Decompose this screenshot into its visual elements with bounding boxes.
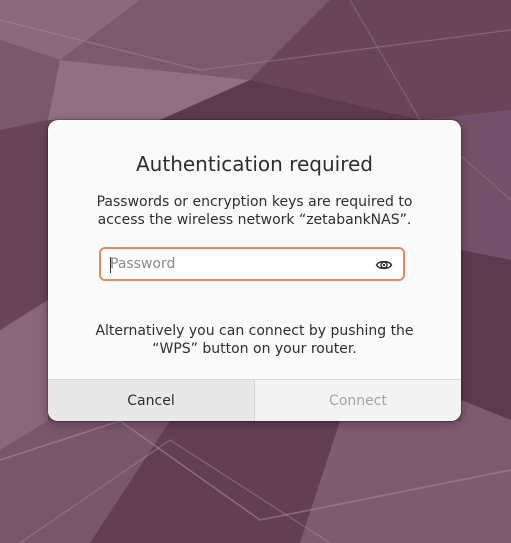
message-line-1: Passwords or encryption keys are require… [96,194,413,210]
wps-line-2: “WPS” button on your router. [152,341,357,357]
password-input[interactable] [110,251,370,277]
dialog-message: Passwords or encryption keys are require… [68,193,441,229]
dialog-title: Authentication required [136,152,373,176]
desktop: Authentication required Passwords or enc… [0,0,511,543]
text-caret [110,257,111,273]
eye-icon[interactable] [375,257,393,273]
auth-dialog: Authentication required Passwords or enc… [48,120,461,421]
connect-button[interactable]: Connect [255,380,461,421]
password-field[interactable] [99,247,405,281]
cancel-button[interactable]: Cancel [48,380,255,421]
wps-line-1: Alternatively you can connect by pushing… [95,323,414,339]
wps-message: Alternatively you can connect by pushing… [68,322,441,358]
message-line-2: access the wireless network “zetabankNAS… [97,212,412,228]
dialog-button-row: Cancel Connect [48,379,461,421]
